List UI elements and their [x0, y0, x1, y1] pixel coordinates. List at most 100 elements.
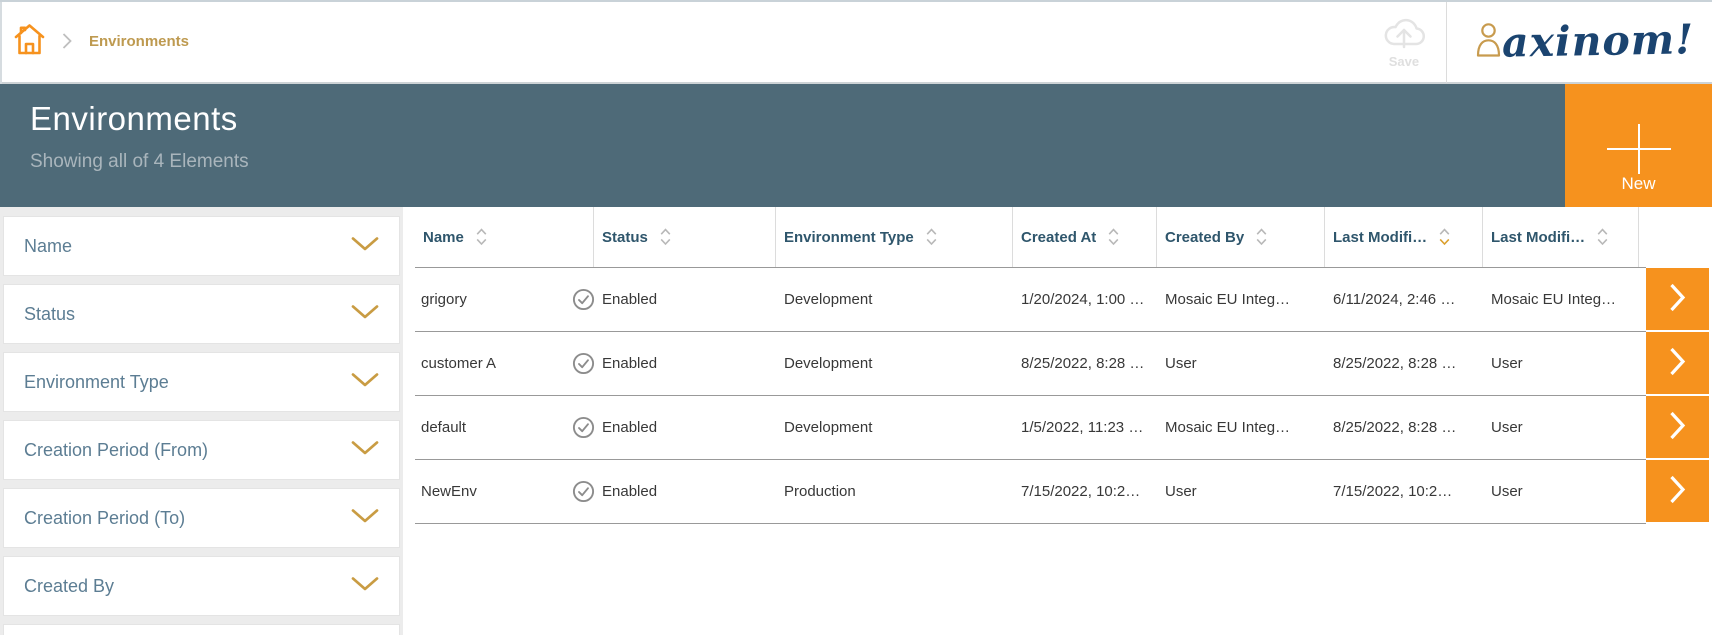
sort-icon[interactable] — [1439, 228, 1450, 246]
filter-item-label: Name — [24, 236, 72, 257]
cell-name: customer A — [415, 332, 594, 395]
filter-item-partial[interactable] — [3, 624, 400, 635]
row-open-button[interactable] — [1646, 396, 1709, 458]
page-subtitle: Showing all of 4 Elements — [30, 151, 1712, 173]
home-button[interactable] — [14, 23, 45, 59]
table-body: grigory Enabled Development 1/20/2024, 1… — [415, 268, 1712, 524]
sort-icon[interactable] — [1597, 228, 1608, 246]
table-row-cells: customer A Enabled Development 8/25/2022… — [415, 332, 1646, 396]
chevron-down-icon — [351, 236, 379, 257]
cell-created-by: Mosaic EU Integ… — [1157, 268, 1325, 331]
cell-name: default — [415, 396, 594, 459]
filter-list: Name Status Environment Type Creation Pe… — [3, 216, 400, 616]
status-enabled-icon — [572, 288, 595, 311]
chevron-down-icon — [351, 440, 379, 461]
table-header-row: Name Status Environment Type Created At … — [415, 207, 1712, 268]
user-button[interactable] — [1475, 22, 1502, 60]
row-open-button[interactable] — [1646, 268, 1709, 330]
row-open-button[interactable] — [1646, 460, 1709, 522]
save-cloud-icon — [1381, 15, 1427, 53]
axinom-logo: axinom! — [1501, 15, 1694, 66]
cell-created-by: User — [1157, 332, 1325, 395]
column-header-last-modifi-6[interactable]: Last Modifi… — [1483, 207, 1639, 267]
cell-name: NewEnv — [415, 460, 594, 523]
sort-icon[interactable] — [660, 228, 671, 246]
cell-created-at: 1/20/2024, 1:00 … — [1013, 268, 1157, 331]
cell-last-modified-at: 6/11/2024, 2:46 … — [1325, 268, 1483, 331]
cell-last-modified-by: User — [1483, 332, 1639, 395]
status-enabled-icon — [572, 416, 595, 439]
cell-environment-type: Development — [776, 268, 1013, 331]
page-title: Environments — [30, 100, 1712, 138]
sort-icon[interactable] — [476, 228, 487, 246]
chevron-right-icon — [1668, 346, 1687, 380]
cell-environment-type: Development — [776, 332, 1013, 395]
cell-created-by: User — [1157, 460, 1325, 523]
filter-item-status[interactable]: Status — [3, 284, 400, 344]
breadcrumb-current: Environments — [89, 33, 189, 50]
cell-status: Enabled — [594, 268, 776, 331]
table-row-cells: NewEnv Enabled Production 7/15/2022, 10:… — [415, 460, 1646, 524]
row-open-button[interactable] — [1646, 332, 1709, 394]
home-icon — [14, 23, 45, 59]
filter-item-creation-period-to[interactable]: Creation Period (To) — [3, 488, 400, 548]
chevron-down-icon — [351, 372, 379, 393]
chevron-right-icon — [1668, 410, 1687, 444]
filter-item-label: Created By — [24, 576, 114, 597]
page-header: Environments Showing all of 4 Elements N… — [0, 84, 1712, 207]
filter-item-label: Environment Type — [24, 372, 169, 393]
filter-item-label: Creation Period (From) — [24, 440, 208, 461]
sort-icon[interactable] — [926, 228, 937, 246]
column-header-status-1[interactable]: Status — [594, 207, 776, 267]
chevron-down-icon — [351, 304, 379, 325]
column-header-label: Status — [602, 229, 648, 246]
topbar: Environments Save axinom! — [0, 0, 1712, 84]
filter-item-created-by[interactable]: Created By — [3, 556, 400, 616]
filter-sidebar: Name Status Environment Type Creation Pe… — [0, 207, 403, 635]
breadcrumb-separator-icon — [61, 32, 73, 50]
save-label: Save — [1389, 54, 1419, 69]
new-button-label: New — [1565, 174, 1712, 194]
chevron-down-icon — [351, 508, 379, 529]
save-button[interactable]: Save — [1374, 14, 1434, 69]
status-label: Enabled — [602, 355, 657, 372]
sort-icon[interactable] — [1108, 228, 1119, 246]
table-header-cells: Name Status Environment Type Created At … — [415, 207, 1646, 268]
content-area: Name Status Environment Type Creation Pe… — [0, 207, 1712, 635]
cell-last-modified-by: User — [1483, 396, 1639, 459]
filter-item-creation-period-from[interactable]: Creation Period (From) — [3, 420, 400, 480]
table-row: default Enabled Development 1/5/2022, 11… — [415, 396, 1712, 460]
column-header-created-at-3[interactable]: Created At — [1013, 207, 1157, 267]
cell-status: Enabled — [594, 460, 776, 523]
column-header-last-modifi-5[interactable]: Last Modifi… — [1325, 207, 1483, 267]
chevron-right-icon — [1668, 282, 1687, 316]
topbar-divider — [1446, 0, 1447, 83]
user-icon — [1475, 22, 1502, 60]
status-enabled-icon — [572, 480, 595, 503]
filter-item-label: Status — [24, 304, 75, 325]
cell-last-modified-by: User — [1483, 460, 1639, 523]
cell-created-at: 8/25/2022, 8:28 … — [1013, 332, 1157, 395]
status-enabled-icon — [572, 352, 595, 375]
sort-icon[interactable] — [1256, 228, 1267, 246]
column-header-label: Created At — [1021, 229, 1096, 246]
filter-item-name[interactable]: Name — [3, 216, 400, 276]
cell-last-modified-at: 8/25/2022, 8:28 … — [1325, 396, 1483, 459]
column-header-label: Name — [423, 229, 464, 246]
status-label: Enabled — [602, 419, 657, 436]
environments-table: Name Status Environment Type Created At … — [415, 207, 1712, 635]
cell-created-by: Mosaic EU Integ… — [1157, 396, 1325, 459]
cell-last-modified-at: 7/15/2022, 10:2… — [1325, 460, 1483, 523]
column-header-environment-type-2[interactable]: Environment Type — [776, 207, 1013, 267]
chevron-down-icon — [351, 576, 379, 597]
cell-environment-type: Development — [776, 396, 1013, 459]
chevron-right-icon — [1668, 474, 1687, 508]
breadcrumb: Environments — [14, 23, 189, 59]
column-header-created-by-4[interactable]: Created By — [1157, 207, 1325, 267]
column-header-name-0[interactable]: Name — [415, 207, 594, 267]
cell-environment-type: Production — [776, 460, 1013, 523]
status-label: Enabled — [602, 291, 657, 308]
column-header-label: Created By — [1165, 229, 1244, 246]
filter-item-environment-type[interactable]: Environment Type — [3, 352, 400, 412]
new-button[interactable]: New — [1565, 84, 1712, 207]
